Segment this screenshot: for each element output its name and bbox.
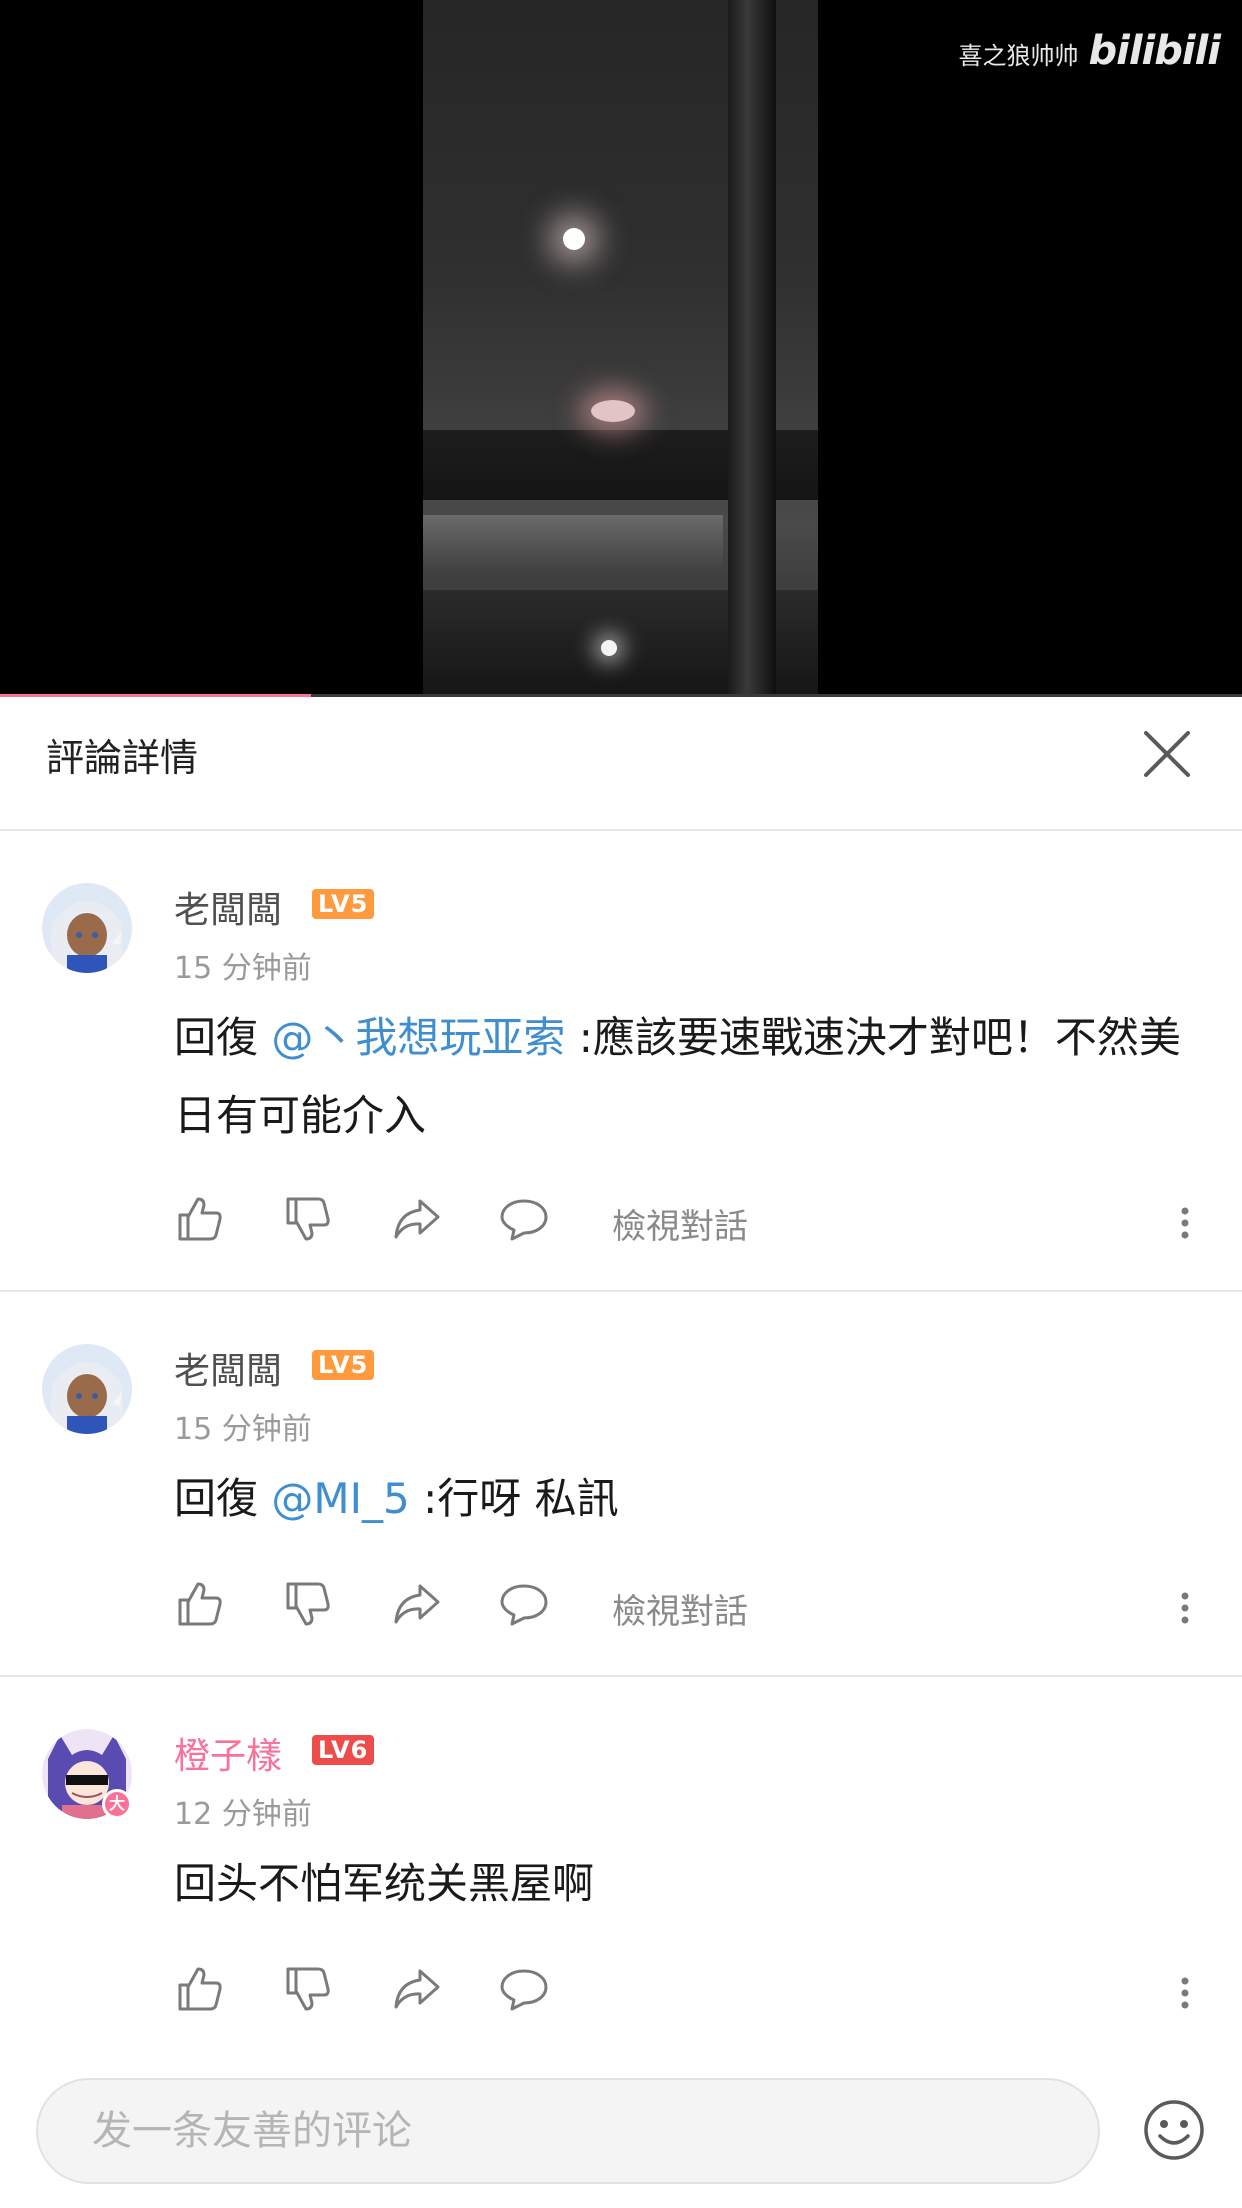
building-roof (423, 515, 723, 575)
close-icon[interactable] (1140, 727, 1194, 781)
username[interactable]: 老闆闆 (174, 1342, 282, 1394)
comment-input[interactable] (36, 2078, 1100, 2184)
like-icon[interactable] (174, 1193, 234, 1253)
comment-input-bar (0, 2052, 1242, 2208)
more-options-icon[interactable] (1170, 1193, 1200, 1253)
mention-link[interactable]: @丶我想玩亚索 (271, 1013, 565, 1062)
reply-icon[interactable] (498, 1963, 558, 2023)
view-conversation-link[interactable]: 檢視對話 (612, 1199, 748, 1248)
comment-actions: 檢視對話 (174, 1193, 748, 1253)
emoji-icon[interactable] (1142, 2098, 1206, 2162)
level-badge: LV6 (312, 1735, 375, 1765)
more-options-icon[interactable] (1170, 1963, 1200, 2023)
level-badge: LV5 (312, 1350, 375, 1380)
comment-actions: 檢視對話 (174, 1578, 748, 1638)
video-frame (423, 0, 818, 697)
share-icon[interactable] (390, 1193, 450, 1253)
light-flare (563, 228, 585, 250)
comment-time: 12 分钟前 (174, 1797, 312, 1832)
avatar[interactable] (42, 1344, 132, 1434)
username[interactable]: 橙子樣 (174, 1727, 282, 1779)
like-icon[interactable] (174, 1963, 234, 2023)
page-title: 評論詳情 (46, 736, 199, 780)
comment-item: 大 橙子樣 LV6 12 分钟前 回头不怕军统关黑屋啊 (0, 1677, 1242, 2054)
share-icon[interactable] (390, 1578, 450, 1638)
avatar[interactable]: 大 (42, 1729, 132, 1819)
comment-time: 15 分钟前 (174, 951, 312, 986)
explosion-glow (591, 400, 635, 422)
reply-prefix: 回復 (174, 1013, 259, 1062)
like-icon[interactable] (174, 1578, 234, 1638)
bilibili-logo: bilibili (1088, 28, 1221, 74)
comment-body: :行呀 私訊 (423, 1474, 619, 1523)
reply-prefix: 回復 (174, 1474, 259, 1523)
watermark-user: 喜之狼帅帅 (958, 42, 1079, 70)
comment-detail-header: 評論詳情 (0, 699, 1242, 831)
more-options-icon[interactable] (1170, 1578, 1200, 1638)
vip-badge: 大 (102, 1789, 132, 1819)
level-badge: LV5 (312, 889, 375, 919)
reply-icon[interactable] (498, 1578, 558, 1638)
view-conversation-link[interactable]: 檢視對話 (612, 1584, 748, 1633)
comment-actions (174, 1963, 606, 2023)
video-progress-fill (0, 694, 311, 697)
window-frame (728, 0, 776, 697)
comment-item: 老闆闆 LV5 15 分钟前 回復 @丶我想玩亚索 :應該要速戰速決才對吧！不然… (0, 831, 1242, 1292)
street-lamp (601, 640, 617, 656)
video-watermark: 喜之狼帅帅 bilibili (958, 28, 1221, 74)
comment-time: 15 分钟前 (174, 1412, 312, 1447)
mention-link[interactable]: @MI_5 (271, 1474, 409, 1523)
username[interactable]: 老闆闆 (174, 881, 282, 933)
dislike-icon[interactable] (282, 1963, 342, 2023)
comment-text: 回復 @丶我想玩亚索 :應該要速戰速決才對吧！不然美日有可能介入 (174, 999, 1184, 1155)
comment-text: 回头不怕军统关黑屋啊 (174, 1859, 595, 1908)
share-icon[interactable] (390, 1963, 450, 2023)
comment-text: 回復 @MI_5 :行呀 私訊 (174, 1460, 1184, 1538)
dislike-icon[interactable] (282, 1193, 342, 1253)
comment-item: 老闆闆 LV5 15 分钟前 回復 @MI_5 :行呀 私訊 檢視對話 (0, 1292, 1242, 1677)
dislike-icon[interactable] (282, 1578, 342, 1638)
avatar[interactable] (42, 883, 132, 973)
video-progress-bar[interactable] (0, 694, 1242, 697)
video-player[interactable]: 喜之狼帅帅 bilibili (0, 0, 1242, 697)
reply-icon[interactable] (498, 1193, 558, 1253)
